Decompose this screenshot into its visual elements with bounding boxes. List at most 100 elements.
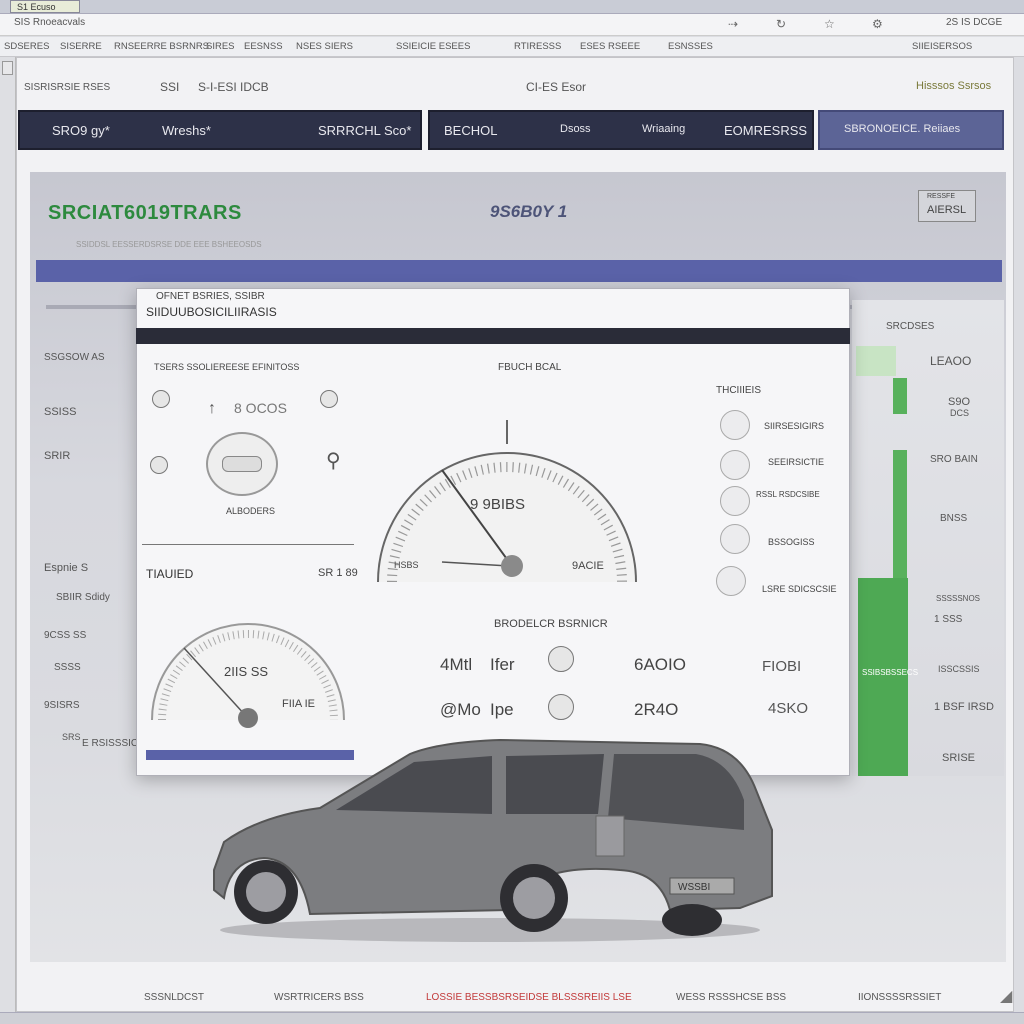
nav-tab-1a[interactable]: SRO9 gy*: [52, 123, 110, 138]
star-icon[interactable]: ☆: [824, 17, 835, 31]
menu-item[interactable]: RNSEERRE BSRNRS: [114, 41, 209, 52]
status-item[interactable]: SEEIRSICTIE: [768, 457, 824, 467]
nav-tab-1c[interactable]: SRRRCHL Sco*: [318, 123, 411, 138]
menu-item[interactable]: SSIEICIE ESEES: [396, 41, 470, 52]
stat-value: Ifer: [490, 655, 515, 674]
small-gauge-caption: ALBODERS: [226, 506, 276, 516]
sidebar-item[interactable]: SSSS: [54, 662, 81, 673]
right-value: SSIBSBSSECS: [862, 668, 919, 677]
nav-tab-3[interactable]: SBRONOEICE. Reiiaes: [844, 123, 960, 135]
address-bar[interactable]: SIS Rnoeacvals ⇢ ↻ ☆ ⚙ 2S IS DCGE: [0, 14, 1024, 36]
main-gauge-min: HSBS: [394, 560, 419, 570]
banner-sub: SSIDDSL EESSERDSRSE DDE EEE BSHEEOSDS: [76, 240, 262, 249]
right-value: 1 SSS: [934, 614, 963, 625]
sidebar-item[interactable]: Espnie S: [44, 562, 88, 574]
status-item[interactable]: LSRE SDICSCSIE: [762, 584, 837, 594]
browser-tab[interactable]: S1 Ecuso: [10, 0, 80, 13]
right-heading: THCIIIEIS: [716, 385, 762, 396]
footer-link[interactable]: LOSSIE BESSBSRSEIDSE BLSSSREIIS LSE: [426, 992, 632, 1003]
nav-tab-2a[interactable]: BECHOL: [444, 123, 497, 138]
right-value: SRISE: [942, 752, 976, 764]
dial-readout: [222, 456, 262, 472]
dialog-title-2: SIIDUUBOSICILIIRASIS: [146, 305, 277, 319]
right-value: ISSCSSIS: [938, 664, 980, 674]
level-block: [858, 578, 908, 776]
nav-tab-2b[interactable]: Dsoss: [560, 123, 591, 135]
footer: SSSNLDCST WSRTRICERS BSS LOSSIE BESSBSRS…: [16, 984, 1014, 1012]
menu-item[interactable]: SISERRE: [60, 41, 102, 52]
footer-link[interactable]: SSSNLDCST: [144, 992, 204, 1003]
sidebar-item[interactable]: SBIIR Sdidy: [56, 592, 110, 603]
header-right: Hisssos Ssrsos: [916, 80, 992, 92]
status-icon: [716, 566, 746, 596]
right-value: LEAOO: [930, 354, 972, 368]
trip-label: TIAUIED: [146, 567, 194, 581]
car-image: WSSBI: [213, 738, 773, 942]
wrench-icon: ⚲: [326, 450, 341, 472]
model-title: 9S6B0Y 1: [490, 202, 568, 221]
stat-value: 2R4O: [634, 700, 679, 719]
menu-item[interactable]: EESNSS: [244, 41, 283, 52]
small-dial-icon: [206, 432, 278, 496]
dialog-title-1: OFNET BSRIES, SSIBR: [156, 291, 265, 302]
badge-bottom-text: AIERSL: [927, 204, 967, 216]
right-value: DCS: [950, 408, 970, 418]
sidebar-item[interactable]: SRIR: [44, 450, 70, 462]
stat-value: 4SKO: [768, 700, 809, 717]
sidebar-item[interactable]: SSGSOW AS: [44, 352, 105, 363]
secondary-gauge: [151, 623, 345, 728]
right-value: SSSSSNOS: [936, 594, 981, 603]
stat-value: 6AOIO: [634, 655, 686, 674]
footer-link[interactable]: IIONSSSSRSSIET: [858, 992, 941, 1003]
menu-item[interactable]: ESES RSEEE: [580, 41, 640, 52]
sub-heading: BRODELCR BSRNICR: [494, 618, 608, 630]
menu-item[interactable]: NSES SIERS: [296, 41, 353, 52]
sidebar-item[interactable]: SSISS: [44, 406, 76, 418]
brand-title: SRCIAT6019TRARS: [48, 202, 242, 224]
sidebar-item[interactable]: 9SISRS: [44, 700, 80, 711]
accent-band: [36, 260, 1002, 282]
right-value: BNSS: [940, 513, 968, 524]
footer-link[interactable]: WESS RSSSHCSE BSS: [676, 992, 786, 1003]
menu-right[interactable]: SIIEISERSOS: [912, 41, 972, 52]
toolbar-right: 2S IS DCGE: [946, 17, 1003, 28]
settings-icon[interactable]: ⚙: [872, 17, 883, 31]
menu-item[interactable]: RTIRESSS: [514, 41, 561, 52]
level-block: [856, 346, 896, 376]
collapse-icon[interactable]: [2, 61, 13, 75]
gauge-icon: [150, 456, 168, 474]
nav-group-3: SBRONOEICE. Reiiaes: [818, 110, 1004, 150]
stat-value: @Mo: [440, 700, 481, 719]
header-center: CI-ES Esor: [526, 80, 587, 94]
stat-icon: [548, 694, 574, 720]
status-item[interactable]: SIIRSESIGIRS: [764, 421, 824, 431]
menu-item[interactable]: SDSERES: [4, 41, 49, 52]
nav-tab-2c[interactable]: Wriaaing: [642, 123, 685, 135]
dialog-title-bar[interactable]: [136, 328, 850, 344]
nav-group-2: BECHOL Dsoss Wriaaing EOMRESRSS: [428, 110, 814, 150]
status-item[interactable]: BSSOGISS: [768, 537, 815, 547]
status-icon: [720, 450, 750, 480]
menu-item[interactable]: SIRES: [206, 41, 235, 52]
nav-tab-2d[interactable]: EOMRESRSS: [724, 123, 807, 138]
stat-icon: [548, 646, 574, 672]
top-badge[interactable]: RESSFE AIERSL: [918, 190, 976, 222]
footer-link[interactable]: WSRTRICERS BSS: [274, 992, 364, 1003]
resize-icon[interactable]: ◢: [1000, 986, 1012, 1006]
nav-icon[interactable]: ⇢: [728, 17, 738, 31]
right-value: 1 BSF IRSD: [934, 701, 994, 713]
nav-tab-1b[interactable]: Wreshs*: [162, 123, 211, 138]
status-icon: [720, 524, 750, 554]
level-bar: [893, 378, 907, 414]
refresh-icon[interactable]: ↻: [776, 17, 786, 31]
sidebar-item[interactable]: 9CSS SS: [44, 630, 86, 641]
status-strip: [0, 1012, 1024, 1024]
gauge-icon: [320, 390, 338, 408]
indicator-icon: ↑: [208, 400, 216, 417]
menu-item[interactable]: ESNSSES: [668, 41, 713, 52]
menu-bar: SDSERES SISERRE RNSEERRE BSRNRS SIRES EE…: [0, 37, 1024, 57]
sidebar-item[interactable]: SRS: [62, 732, 81, 742]
status-item[interactable]: RSSL RSDCSIBE: [756, 490, 820, 499]
right-heading: SRCDSES: [886, 321, 935, 332]
small-gauge-value: 8 OCOS: [234, 400, 287, 416]
